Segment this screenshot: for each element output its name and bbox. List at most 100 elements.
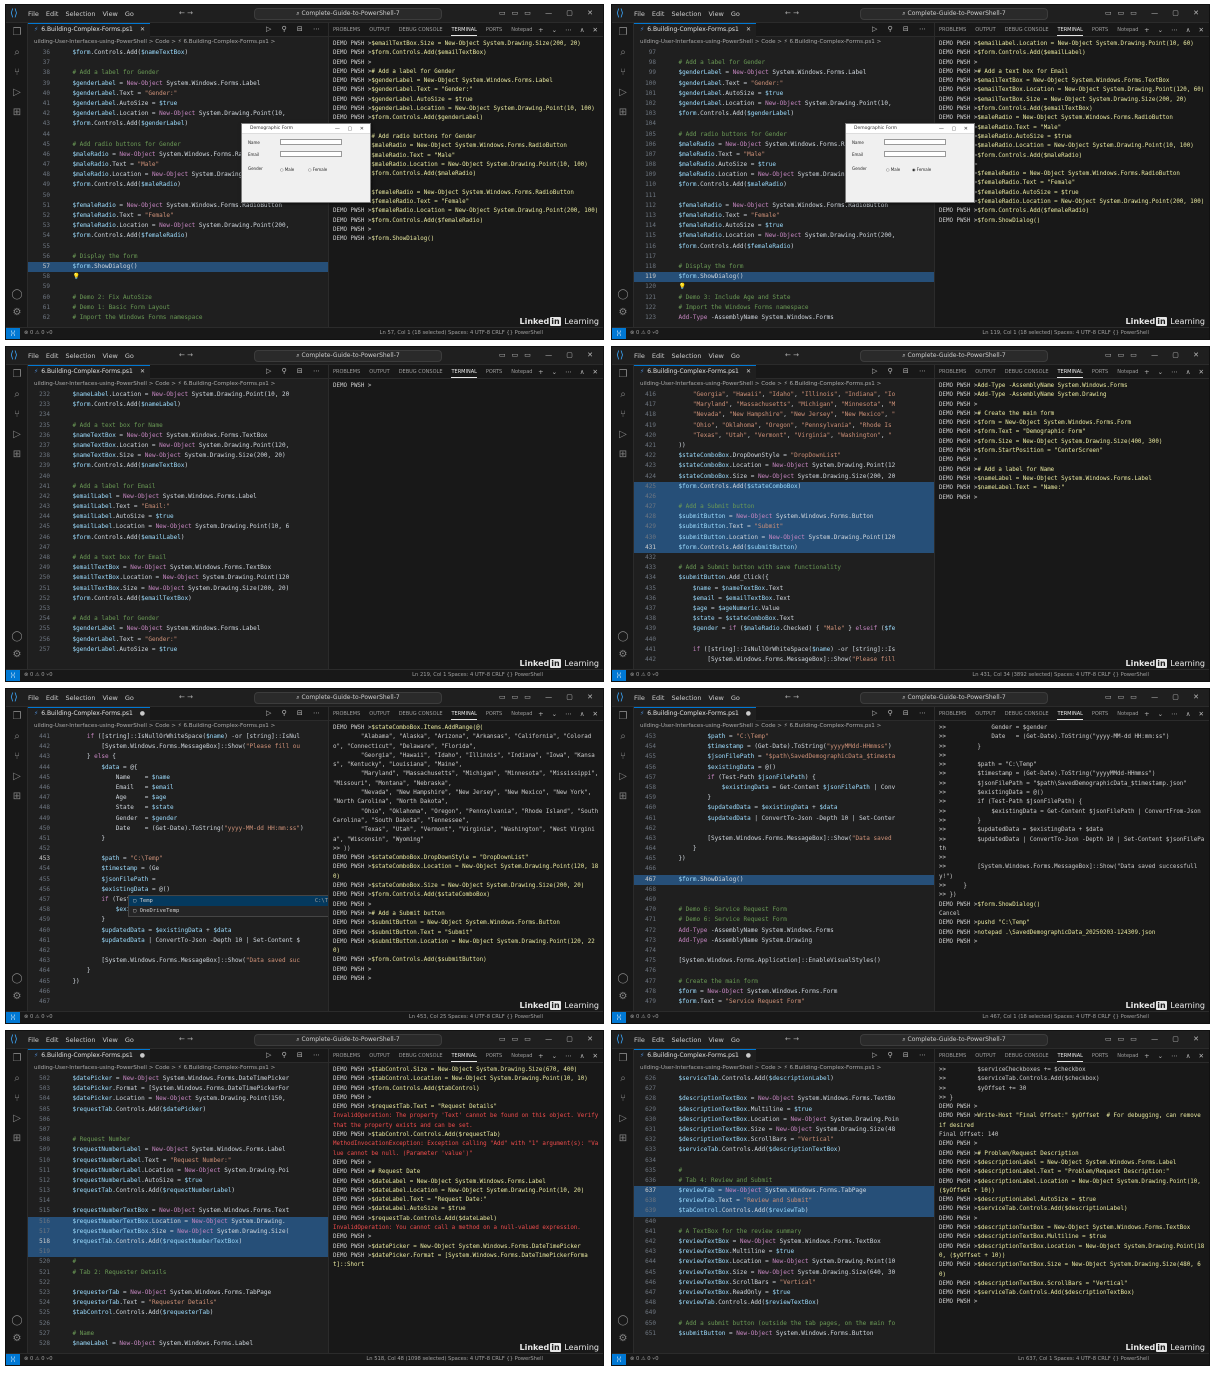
terminal-actions[interactable]: + ⌄ ⋯ ∧ ✕	[538, 23, 601, 37]
panel-tab-problems[interactable]: PROBLEMS	[939, 369, 966, 375]
back-forward-icon[interactable]: ← →	[785, 351, 799, 359]
menu-item-file[interactable]: File	[28, 10, 39, 18]
back-forward-icon[interactable]: ← →	[785, 1035, 799, 1043]
panel-tab-notepad[interactable]: Notepad	[511, 711, 532, 717]
status-cursor-position[interactable]: Ln 518, Col 48 (1098 selected) Spaces: 4…	[366, 1354, 543, 1365]
panel-tab-output[interactable]: OUTPUT	[369, 711, 389, 717]
status-problems[interactable]: ⊗ 0 ⚠ 0 ⑂0	[630, 670, 659, 681]
menu-item-view[interactable]: View	[708, 1036, 723, 1044]
status-problems[interactable]: ⊗ 0 ⚠ 0 ⑂0	[630, 1354, 659, 1365]
run-debug-icon[interactable]: ▷	[11, 1113, 23, 1125]
editor-actions[interactable]: ▷ ⚲ ⊟ ⋯	[872, 25, 930, 33]
status-problems[interactable]: ⊗ 0 ⚠ 0 ⑂0	[24, 1012, 53, 1023]
breadcrumb[interactable]: uilding-User-Interfaces-using-PowerShell…	[28, 721, 328, 732]
extensions-icon[interactable]: ⊞	[617, 1133, 629, 1145]
panel-tab-debug-console[interactable]: DEBUG CONSOLE	[1005, 27, 1049, 33]
autocomplete-popup[interactable]: ▢ Temp C:\Temp ▢ OneDriveTemp	[128, 895, 328, 917]
autocomplete-item[interactable]: ▢ Temp C:\Temp	[129, 896, 328, 906]
run-debug-icon[interactable]: ▷	[617, 1113, 629, 1125]
breadcrumb[interactable]: uilding-User-Interfaces-using-PowerShell…	[28, 37, 328, 48]
remote-indicator-icon[interactable]: ⟩⟨	[612, 1012, 626, 1023]
back-forward-icon[interactable]: ← →	[785, 693, 799, 701]
search-icon[interactable]: ⌕	[617, 731, 629, 743]
panel-tab-notepad[interactable]: Notepad	[511, 27, 532, 33]
back-forward-icon[interactable]: ← →	[179, 1035, 193, 1043]
panel-tab-output[interactable]: OUTPUT	[369, 1053, 389, 1059]
panel-tab-terminal[interactable]: TERMINAL	[451, 1053, 477, 1062]
panel-tab-terminal[interactable]: TERMINAL	[451, 27, 477, 36]
status-problems[interactable]: ⊗ 0 ⚠ 0 ⑂0	[630, 1012, 659, 1023]
window-controls[interactable]: ▭▭▭ — ▢ ✕	[1105, 1035, 1205, 1043]
terminal-output[interactable]: DEMO PWSH >$emailLabel.Location = New-Ob…	[935, 37, 1209, 229]
editor-tab[interactable]: ⚡ 6.Building-Complex-Forms.ps1 ●	[634, 1049, 756, 1063]
panel-tab-ports[interactable]: PORTS	[1092, 1053, 1108, 1059]
run-debug-icon[interactable]: ▷	[11, 429, 23, 441]
tab-close-icon[interactable]: ✕	[746, 24, 751, 36]
command-center-search[interactable]: ⌕ Complete-Guide-to-PowerShell-7	[860, 8, 1048, 20]
search-icon[interactable]: ⌕	[11, 1073, 23, 1085]
menu-item-edit[interactable]: Edit	[652, 10, 665, 18]
source-control-icon[interactable]: ⑂	[11, 751, 23, 763]
account-icon[interactable]: ◯	[617, 289, 629, 301]
editor-tab[interactable]: ⚡ 6.Building-Complex-Forms.ps1 ●	[28, 1049, 150, 1063]
panel-tab-debug-console[interactable]: DEBUG CONSOLE	[399, 1053, 443, 1059]
run-debug-icon[interactable]: ▷	[11, 771, 23, 783]
terminal-output[interactable]: DEMO PWSH >$tabControl.Size = New-Object…	[329, 1063, 603, 1274]
menu-item-edit[interactable]: Edit	[46, 1036, 59, 1044]
menu-item-edit[interactable]: Edit	[652, 352, 665, 360]
panel-tab-debug-console[interactable]: DEBUG CONSOLE	[399, 27, 443, 33]
menu-item-selection[interactable]: Selection	[671, 10, 701, 18]
menu-item-go[interactable]: Go	[731, 352, 740, 360]
autocomplete-item[interactable]: ▢ OneDriveTemp	[129, 906, 328, 916]
panel-tab-terminal[interactable]: TERMINAL	[1057, 27, 1083, 36]
settings-gear-icon[interactable]: ⚙	[11, 649, 23, 661]
status-problems[interactable]: ⊗ 0 ⚠ 0 ⑂0	[24, 1354, 53, 1365]
menu-item-edit[interactable]: Edit	[652, 694, 665, 702]
account-icon[interactable]: ◯	[617, 973, 629, 985]
form-female-radio[interactable]: ◉ Female	[912, 167, 931, 172]
breadcrumb[interactable]: uilding-User-Interfaces-using-PowerShell…	[634, 379, 934, 390]
extensions-icon[interactable]: ⊞	[617, 107, 629, 119]
menu-item-view[interactable]: View	[708, 694, 723, 702]
menu-item-selection[interactable]: Selection	[65, 1036, 95, 1044]
menu-item-selection[interactable]: Selection	[65, 352, 95, 360]
settings-gear-icon[interactable]: ⚙	[617, 991, 629, 1003]
search-icon[interactable]: ⌕	[617, 1073, 629, 1085]
account-icon[interactable]: ◯	[11, 289, 23, 301]
terminal-output[interactable]: DEMO PWSH >Add-Type -AssemblyName System…	[935, 379, 1209, 506]
panel-tab-output[interactable]: OUTPUT	[975, 711, 995, 717]
terminal-actions[interactable]: + ⌄ ⋯ ∧ ✕	[1144, 365, 1207, 379]
menu-item-edit[interactable]: Edit	[46, 694, 59, 702]
command-center-search[interactable]: ⌕ Complete-Guide-to-PowerShell-7	[254, 350, 442, 362]
search-icon[interactable]: ⌕	[617, 47, 629, 59]
panel-tab-debug-console[interactable]: DEBUG CONSOLE	[1005, 1053, 1049, 1059]
account-icon[interactable]: ◯	[617, 1315, 629, 1327]
breadcrumb[interactable]: uilding-User-Interfaces-using-PowerShell…	[28, 1063, 328, 1074]
panel-tab-terminal[interactable]: TERMINAL	[451, 369, 477, 378]
code-area[interactable]: 232 $nameLabel.Location = New-Object Sys…	[28, 390, 328, 655]
explorer-icon[interactable]: ❐	[11, 711, 23, 723]
panel-tab-ports[interactable]: PORTS	[1092, 369, 1108, 375]
panel-tab-output[interactable]: OUTPUT	[975, 27, 995, 33]
window-controls[interactable]: ▭▭▭ — ▢ ✕	[499, 1035, 599, 1043]
remote-indicator-icon[interactable]: ⟩⟨	[6, 1354, 20, 1365]
editor-tab[interactable]: ⚡ 6.Building-Complex-Forms.ps1 ✕	[28, 23, 150, 37]
panel-tab-notepad[interactable]: Notepad	[1117, 27, 1138, 33]
panel-tab-debug-console[interactable]: DEBUG CONSOLE	[399, 369, 443, 375]
explorer-icon[interactable]: ❐	[617, 1053, 629, 1065]
panel-tab-problems[interactable]: PROBLEMS	[333, 369, 360, 375]
panel-tab-terminal[interactable]: TERMINAL	[1057, 369, 1083, 378]
status-cursor-position[interactable]: Ln 57, Col 1 (18 selected) Spaces: 4 UTF…	[380, 328, 543, 339]
status-problems[interactable]: ⊗ 0 ⚠ 0 ⑂0	[24, 328, 53, 339]
menu-item-view[interactable]: View	[708, 352, 723, 360]
tab-close-icon[interactable]: ●	[140, 1050, 145, 1062]
editor-tab[interactable]: ⚡ 6.Building-Complex-Forms.ps1 ✕	[634, 365, 756, 379]
form-window-controls[interactable]: — ▢ ✕	[335, 124, 367, 134]
status-cursor-position[interactable]: Ln 119, Col 1 (18 selected) Spaces: 4 UT…	[982, 328, 1149, 339]
panel-tab-ports[interactable]: PORTS	[486, 1053, 502, 1059]
panel-tab-output[interactable]: OUTPUT	[369, 27, 389, 33]
menu-item-go[interactable]: Go	[125, 352, 134, 360]
menu-item-selection[interactable]: Selection	[671, 1036, 701, 1044]
editor-tab[interactable]: ⚡ 6.Building-Complex-Forms.ps1 ●	[634, 707, 756, 721]
remote-indicator-icon[interactable]: ⟩⟨	[6, 1012, 20, 1023]
